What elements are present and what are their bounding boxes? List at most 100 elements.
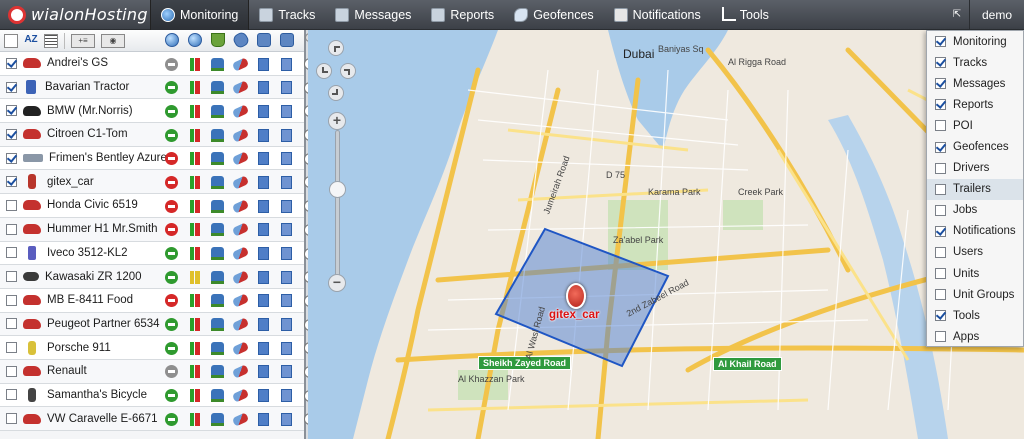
unit-marker-label[interactable]: gitex_car	[549, 309, 600, 321]
status-icon[interactable]	[165, 175, 178, 189]
satellite-column-icon[interactable]	[206, 33, 229, 49]
layer-item-jobs[interactable]: Jobs	[927, 200, 1023, 221]
unit-marker-icon[interactable]	[566, 283, 586, 309]
status-icon[interactable]	[165, 318, 178, 332]
layer-item-poi[interactable]: POI	[927, 115, 1023, 136]
unit-row[interactable]: Frimen's Bentley Azure	[0, 146, 316, 171]
unit-row[interactable]: MB E-8411 Food	[0, 288, 316, 313]
fullscreen-icon[interactable]: ⇱	[945, 0, 969, 30]
unit-checkbox[interactable]	[6, 247, 17, 259]
toggle-display-button[interactable]: ◉	[101, 33, 125, 48]
user-menu[interactable]: demo	[968, 0, 1024, 30]
unit-name[interactable]: VW Caravelle E-6671	[47, 413, 158, 425]
layer-item-messages[interactable]: Messages	[927, 73, 1023, 94]
unit-checkbox[interactable]	[6, 294, 17, 306]
unit-name[interactable]: Kawasaki ZR 1200	[45, 271, 142, 283]
zoom-slider-handle[interactable]	[329, 181, 346, 198]
properties-icon[interactable]	[281, 128, 292, 142]
properties-icon[interactable]	[281, 341, 292, 355]
layer-item-tools[interactable]: Tools	[927, 305, 1023, 326]
unit-checkbox[interactable]	[6, 81, 17, 93]
layer-checkbox[interactable]	[935, 310, 946, 322]
unit-name[interactable]: Andrei's GS	[47, 57, 108, 69]
unit-row[interactable]: VW Caravelle E-6671	[0, 407, 316, 431]
status-icon[interactable]	[165, 412, 178, 426]
unit-name[interactable]: BMW (Mr.Norris)	[47, 105, 133, 117]
tab-notifications[interactable]: Notifications	[604, 0, 711, 30]
unit-checkbox[interactable]	[6, 318, 17, 330]
tab-monitoring[interactable]: Monitoring	[150, 0, 250, 30]
report-icon[interactable]	[258, 412, 269, 426]
status-icon[interactable]	[165, 247, 178, 260]
layer-checkbox[interactable]	[935, 99, 946, 111]
properties-icon[interactable]	[281, 175, 292, 189]
unit-checkbox[interactable]	[6, 223, 17, 235]
status-icon[interactable]	[165, 199, 178, 213]
status-icon[interactable]	[165, 128, 178, 142]
layer-item-users[interactable]: Users	[927, 242, 1023, 263]
properties-icon[interactable]	[281, 223, 292, 237]
unit-row[interactable]: Porsche 911	[0, 336, 316, 360]
unit-name[interactable]: Hummer H1 Mr.Smith	[47, 223, 158, 235]
layer-item-monitoring[interactable]: Monitoring	[927, 31, 1023, 52]
sensors-column-icon[interactable]	[252, 33, 275, 49]
unit-checkbox[interactable]	[6, 199, 17, 211]
layer-checkbox[interactable]	[935, 57, 946, 69]
report-icon[interactable]	[258, 270, 269, 284]
connection-column-icon[interactable]	[183, 33, 206, 49]
layer-item-units[interactable]: Units	[927, 263, 1023, 284]
layer-item-drivers[interactable]: Drivers	[927, 158, 1023, 179]
report-icon[interactable]	[258, 81, 269, 95]
pan-up-button[interactable]	[328, 40, 344, 56]
layer-checkbox[interactable]	[935, 289, 946, 301]
tab-reports[interactable]: Reports	[421, 0, 504, 30]
unit-checkbox[interactable]	[6, 389, 17, 401]
layer-checkbox[interactable]	[935, 331, 946, 343]
properties-icon[interactable]	[281, 318, 292, 332]
layer-checkbox[interactable]	[935, 183, 946, 195]
properties-icon[interactable]	[281, 247, 292, 260]
select-all-checkbox[interactable]	[4, 33, 18, 48]
zoom-slider-track[interactable]	[335, 130, 340, 282]
status-icon[interactable]	[165, 341, 178, 355]
map-view[interactable]: Dubai Baniyas Sq Al Rigga Road Za'abel Park…	[308, 30, 1024, 439]
unit-checkbox[interactable]	[6, 176, 17, 188]
layer-item-unit-groups[interactable]: Unit Groups	[927, 284, 1023, 305]
commands-icon[interactable]	[231, 246, 250, 261]
tab-tools[interactable]: Tools	[711, 0, 779, 30]
properties-icon[interactable]	[281, 81, 292, 95]
properties-icon[interactable]	[281, 389, 292, 403]
layer-item-apps[interactable]: Apps	[927, 326, 1023, 347]
commands-icon[interactable]	[231, 388, 250, 403]
unit-row[interactable]: Samantha's Bicycle	[0, 383, 316, 408]
pan-right-button[interactable]	[340, 63, 356, 79]
unit-row[interactable]: Bavarian Tractor	[0, 75, 316, 100]
unit-checkbox[interactable]	[6, 413, 17, 425]
report-icon[interactable]	[258, 175, 269, 189]
sort-az-button[interactable]: AZ	[24, 34, 38, 48]
commands-icon[interactable]	[231, 127, 250, 143]
report-icon[interactable]	[258, 199, 269, 213]
unit-row[interactable]: Citroen C1-Tom	[0, 123, 316, 147]
report-icon[interactable]	[258, 341, 269, 355]
commands-icon[interactable]	[231, 198, 250, 214]
report-icon[interactable]	[258, 365, 269, 379]
pan-down-button[interactable]	[328, 85, 344, 101]
properties-icon[interactable]	[281, 152, 292, 166]
status-icon[interactable]	[165, 104, 178, 118]
unit-name[interactable]: Citroen C1-Tom	[47, 128, 128, 140]
report-icon[interactable]	[258, 128, 269, 142]
commands-icon[interactable]	[231, 412, 250, 427]
layer-item-geofences[interactable]: Geofences	[927, 136, 1023, 157]
unit-row[interactable]: Renault	[0, 359, 316, 384]
properties-icon[interactable]	[281, 57, 292, 71]
status-icon[interactable]	[165, 223, 178, 237]
commands-icon[interactable]	[231, 175, 250, 190]
layer-checkbox[interactable]	[935, 36, 946, 48]
status-icon[interactable]	[165, 270, 178, 284]
report-icon[interactable]	[258, 57, 269, 71]
unit-checkbox[interactable]	[6, 365, 17, 377]
unit-name[interactable]: gitex_car	[47, 176, 94, 188]
unit-row[interactable]: gitex_car	[0, 170, 316, 195]
locate-column-icon[interactable]	[160, 33, 183, 49]
